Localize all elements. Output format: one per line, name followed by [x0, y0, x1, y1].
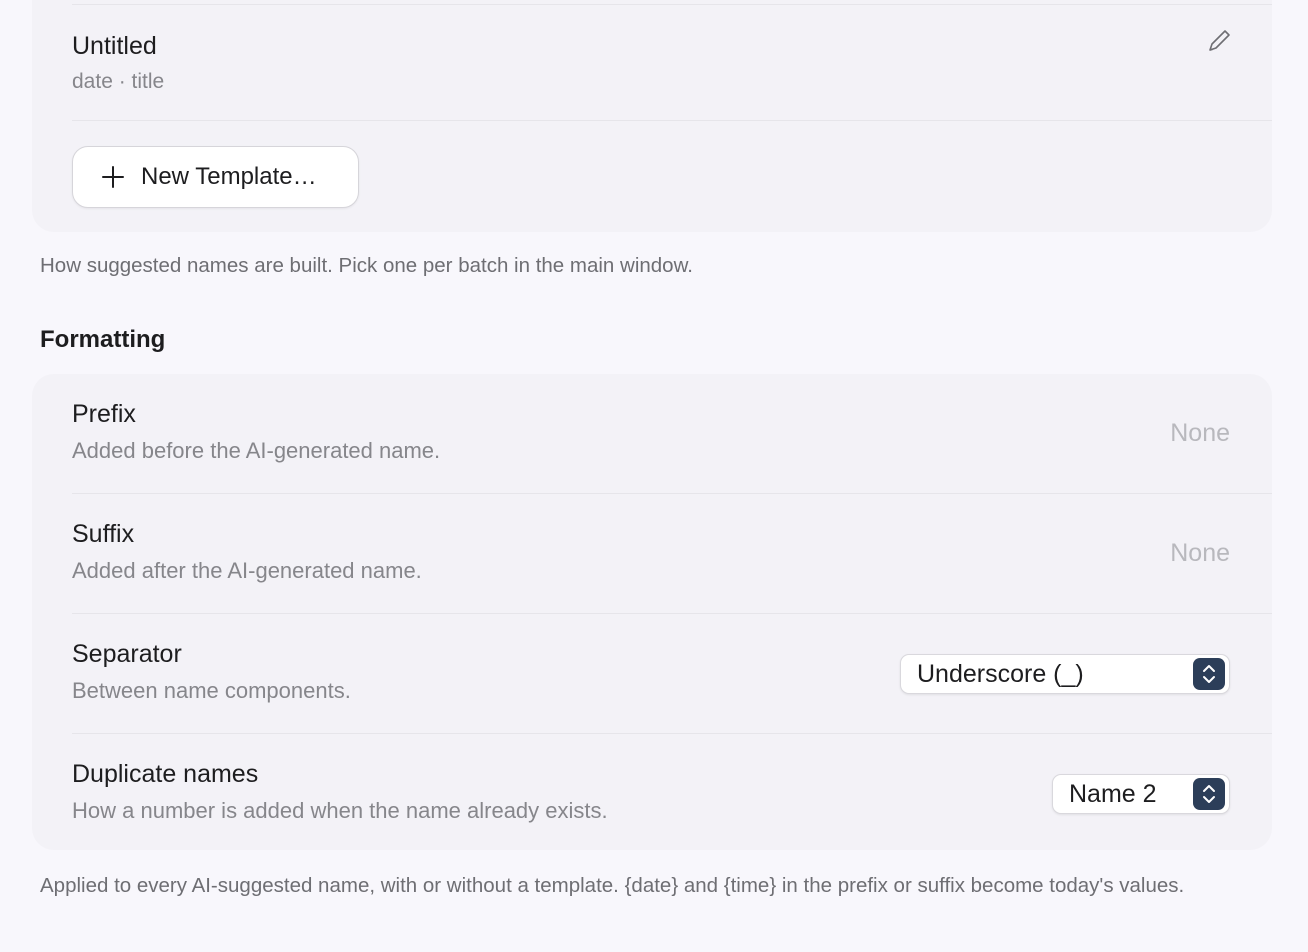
chevron-up-down-icon	[1193, 778, 1225, 810]
row-description: Added before the AI-generated name.	[72, 438, 441, 463]
duplicate-names-row: Duplicate names How a number is added wh…	[72, 734, 1272, 850]
separator-row: Separator Between name components. Under…	[72, 614, 1272, 734]
suffix-field[interactable]: None	[1170, 539, 1230, 568]
settings-page: Untitled date · title New Template… How …	[0, 0, 1308, 952]
duplicate-names-select[interactable]: Name 2	[1052, 774, 1230, 814]
template-title: Untitled	[72, 32, 157, 60]
row-title: Suffix	[72, 520, 135, 548]
row-description: Between name components.	[72, 678, 351, 703]
row-description: Added after the AI-generated name.	[72, 558, 422, 583]
row-description: How a number is added when the name alre…	[72, 798, 608, 823]
plus-icon	[102, 166, 124, 188]
select-value: Underscore (_)	[917, 659, 1084, 688]
templates-group: Untitled date · title New Template…	[32, 0, 1272, 232]
new-template-label: New Template…	[141, 163, 317, 190]
template-subtitle: date · title	[72, 70, 165, 93]
section-title-formatting: Formatting	[40, 326, 166, 353]
prefix-field[interactable]: None	[1170, 419, 1230, 448]
templates-footnote: How suggested names are built. Pick one …	[40, 254, 693, 277]
select-value: Name 2	[1069, 779, 1157, 808]
pencil-icon	[1209, 30, 1230, 51]
chevron-up-down-icon	[1193, 658, 1225, 690]
prefix-row: Prefix Added before the AI-generated nam…	[72, 374, 1272, 494]
row-title: Prefix	[72, 400, 136, 428]
formatting-footnote: Applied to every AI-suggested name, with…	[40, 874, 1185, 897]
row-divider	[72, 120, 1272, 121]
row-title: Separator	[72, 640, 182, 668]
edit-template-button[interactable]	[1206, 28, 1232, 54]
new-template-button[interactable]: New Template…	[72, 146, 359, 208]
row-divider	[72, 4, 1272, 5]
row-title: Duplicate names	[72, 760, 259, 788]
suffix-row: Suffix Added after the AI-generated name…	[72, 494, 1272, 614]
formatting-group: Prefix Added before the AI-generated nam…	[32, 374, 1272, 850]
separator-select[interactable]: Underscore (_)	[900, 654, 1230, 694]
